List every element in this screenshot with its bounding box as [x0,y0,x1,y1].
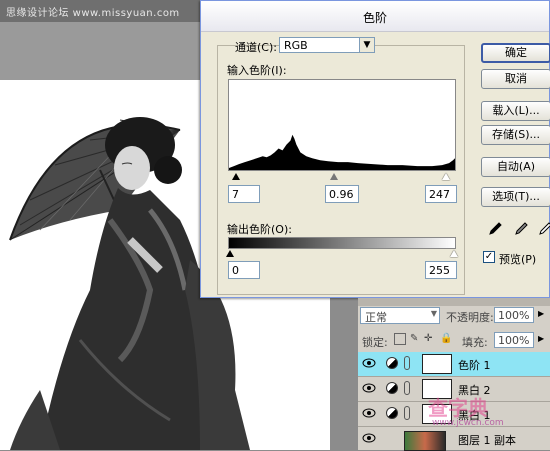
auto-button[interactable]: 自动(A) [481,157,550,177]
canvas-border [0,22,205,80]
output-white-field[interactable]: 255 [425,261,457,279]
chevron-down-icon[interactable]: ▼ [359,38,374,52]
eye-icon[interactable] [362,407,376,419]
layers-panel-tabs[interactable] [358,298,550,306]
fill-field[interactable]: 100% [494,332,534,348]
site-watermark: 思缘设计论坛 www.missyuan.com [6,8,180,19]
black-point-handle[interactable] [232,173,240,180]
load-button[interactable]: 载入(L)... [481,101,550,121]
blend-mode-value: 正常 [365,311,387,324]
layer-thumbnail[interactable] [404,431,446,451]
preview-checkbox[interactable]: ✓ [483,251,495,263]
white-eyedropper-icon[interactable] [537,221,550,237]
lock-all-icon[interactable]: 🔒 [440,333,452,344]
output-white-handle[interactable] [450,250,458,257]
histogram [228,79,456,171]
eye-icon[interactable] [362,357,376,369]
white-point-handle[interactable] [442,173,450,180]
save-button[interactable]: 存储(S)... [481,125,550,145]
ok-button[interactable]: 确定 [481,43,550,63]
black-eyedropper-icon[interactable] [487,221,503,237]
opacity-arrow-icon[interactable]: ▶ [538,309,544,318]
lock-label: 锁定: [362,336,388,349]
input-levels-label: 输入色阶(I): [227,64,287,77]
lock-transparent-icon[interactable] [394,333,406,345]
output-levels-slider[interactable] [226,249,458,259]
levels-adjustment-icon [386,357,398,369]
output-gradient-bar [228,237,456,249]
output-black-handle[interactable] [226,250,234,257]
black-white-adjustment-icon [386,407,398,419]
eye-icon[interactable] [362,382,376,394]
layer-name[interactable]: 图层 1 副本 [458,432,516,448]
input-black-field[interactable]: 7 [228,185,260,203]
input-white-field[interactable]: 247 [425,185,457,203]
fill-label: 填充: [462,336,488,349]
options-button[interactable]: 选项(T)... [481,187,550,207]
output-black-field[interactable]: 0 [228,261,260,279]
black-white-adjustment-icon [386,382,398,394]
fill-arrow-icon[interactable]: ▶ [538,334,544,343]
chevron-down-icon[interactable]: ▼ [431,309,437,318]
gray-eyedropper-icon[interactable] [513,221,529,237]
channel-value: RGB [284,39,308,52]
layer-mask-thumbnail[interactable] [422,354,452,374]
input-gamma-field[interactable]: 0.96 [325,185,359,203]
opacity-field[interactable]: 100% [494,307,534,323]
output-levels-label: 输出色阶(O): [227,223,292,236]
opacity-label: 不透明度: [446,311,494,324]
layer-row[interactable]: 色阶 1 [358,352,550,377]
lock-position-icon[interactable]: ✛ [424,333,432,344]
preview-label: 预览(P) [499,253,537,266]
link-icon [404,356,410,370]
channel-label: 通道(C): [235,41,277,54]
layer-row[interactable]: 图层 1 副本 [358,427,550,451]
overlay-watermark-url: www.jcwcn.com [432,418,504,428]
link-icon [404,381,410,395]
overlay-watermark-logo: 查字典 [428,396,488,420]
eye-icon[interactable] [362,432,376,444]
levels-dialog: 色阶 通道(C): RGB ▼ 输入色阶(I): 7 0.96 247 输出色阶… [200,0,550,298]
dialog-titlebar[interactable]: 色阶 [201,1,549,32]
dialog-title: 色阶 [362,11,387,25]
input-levels-slider[interactable] [228,171,456,181]
channel-select[interactable]: RGB ▼ [279,37,375,53]
lock-pixels-icon[interactable]: ✎ [410,333,418,344]
blend-mode-select[interactable]: 正常 ▼ [360,307,440,324]
gamma-handle[interactable] [330,173,338,180]
layer-name[interactable]: 色阶 1 [458,357,491,373]
link-icon [404,406,410,420]
cancel-button[interactable]: 取消 [481,69,550,89]
